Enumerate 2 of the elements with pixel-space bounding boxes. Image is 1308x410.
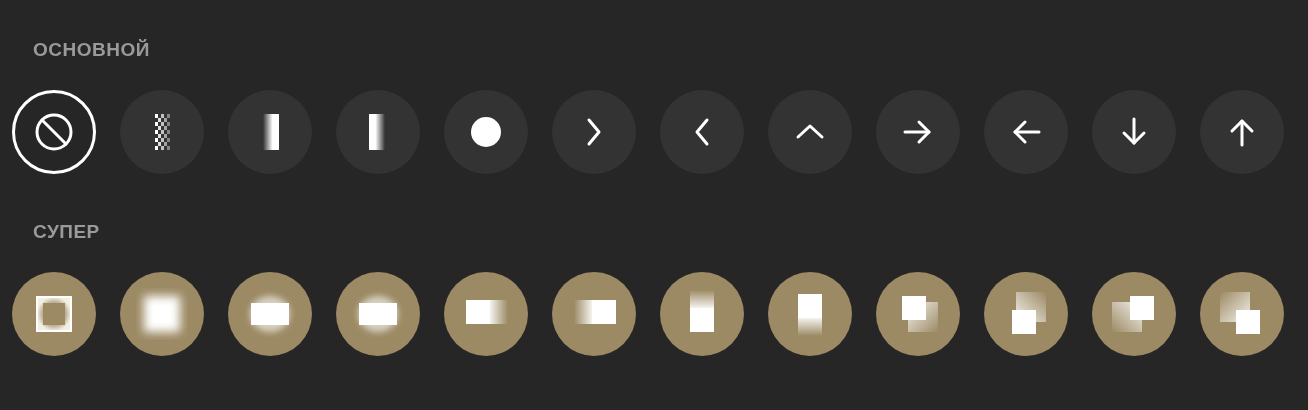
- section-title: СУПЕР: [33, 220, 100, 244]
- section-title: ОСНОВНОЙ: [33, 38, 150, 62]
